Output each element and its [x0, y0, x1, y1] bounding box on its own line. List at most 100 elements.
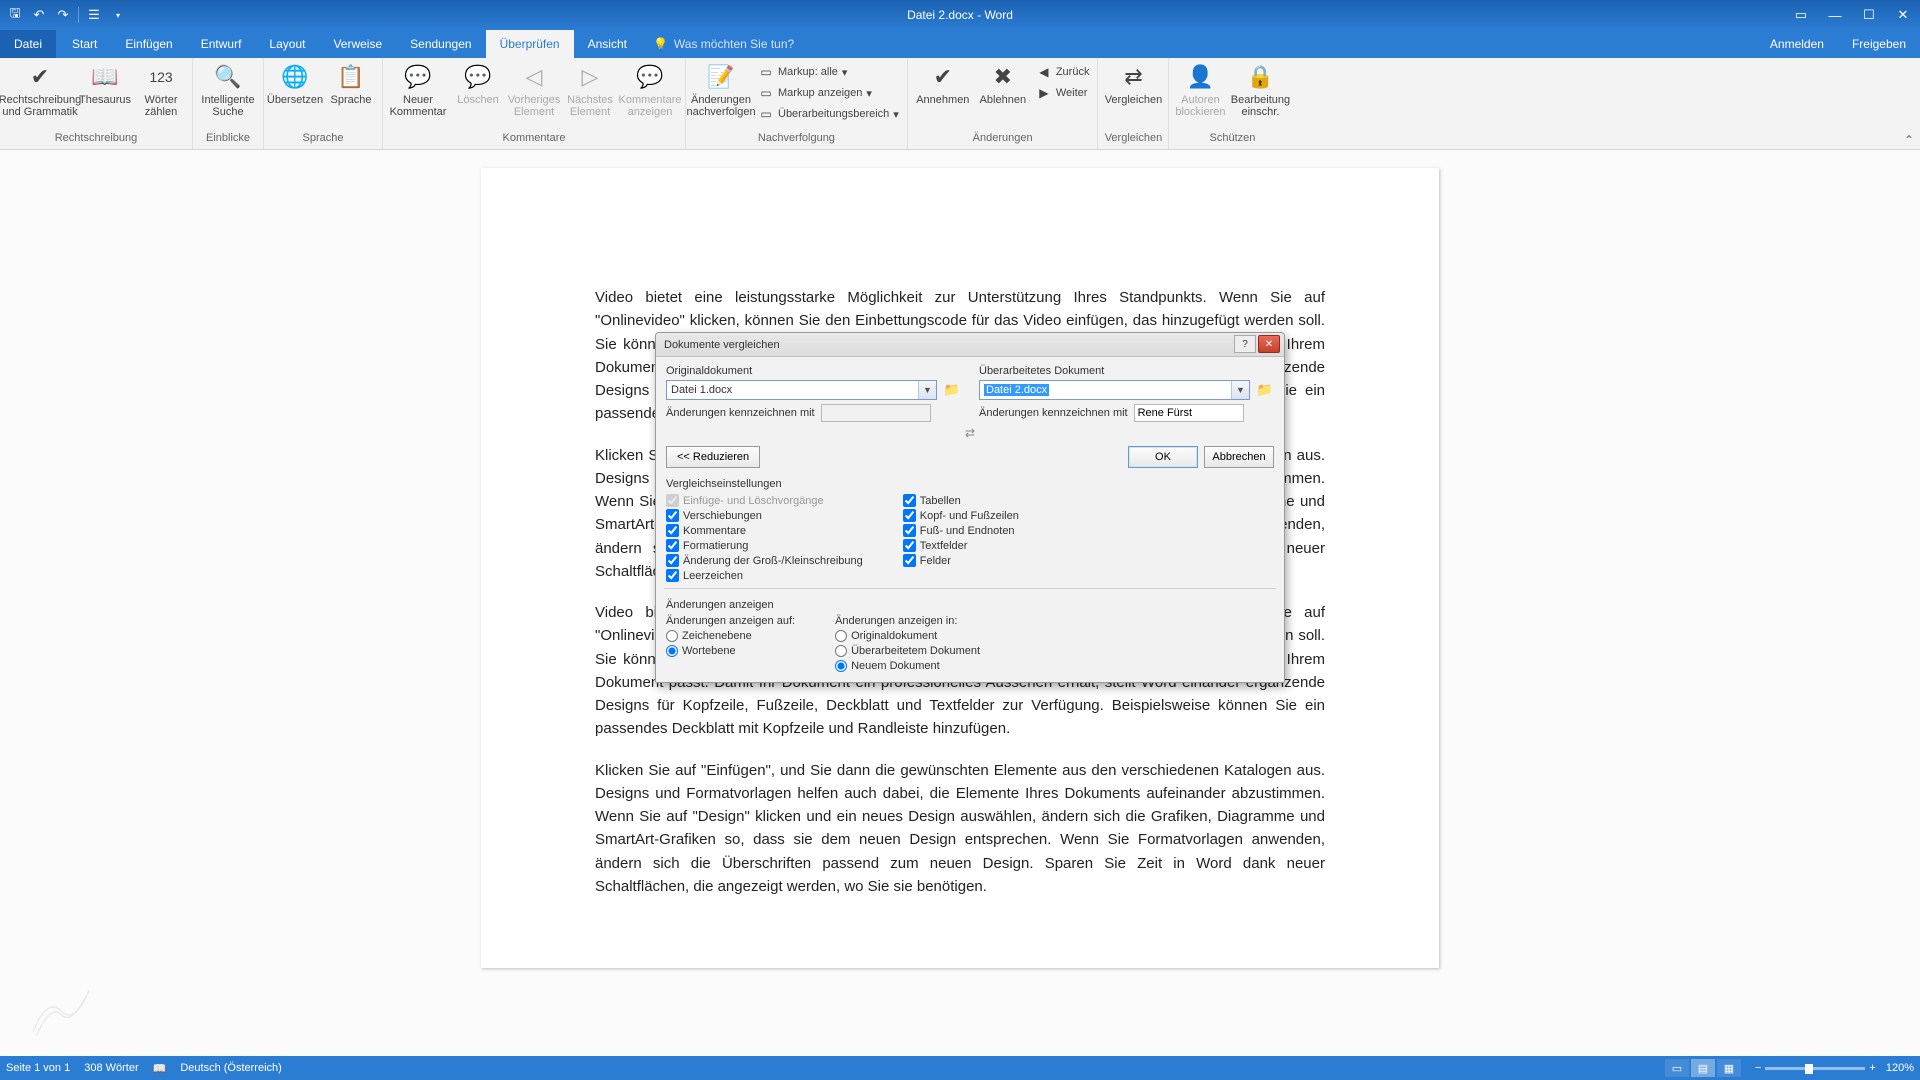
help-icon[interactable]: ?: [1234, 335, 1256, 353]
markup-display-dropdown[interactable]: ▭Markup: alle ▾: [754, 62, 903, 82]
signin-button[interactable]: Anmelden: [1756, 30, 1838, 58]
chk-fields[interactable]: [903, 554, 916, 567]
ribbon-options-icon[interactable]: ▭: [1784, 0, 1818, 30]
proofing-icon[interactable]: 📖: [153, 1062, 167, 1075]
browse-original-icon[interactable]: 📁: [943, 381, 961, 399]
dialog-titlebar[interactable]: Dokumente vergleichen ? ✕: [656, 333, 1284, 357]
tab-layout[interactable]: Layout: [255, 30, 319, 58]
show-changes-label: Änderungen anzeigen: [666, 599, 1274, 611]
original-changes-input: [821, 404, 931, 422]
group-insights: 🔍IntelligenteSuche Einblicke: [193, 58, 264, 149]
group-comments: 💬NeuerKommentar 💬Löschen ◁VorherigesElem…: [383, 58, 686, 149]
spelling-button[interactable]: ✔Rechtschreibungund Grammatik: [4, 60, 76, 118]
zoom-in-icon[interactable]: +: [1869, 1062, 1875, 1074]
tab-review[interactable]: Überprüfen: [486, 30, 574, 58]
revised-changes-input[interactable]: [1134, 404, 1244, 422]
group-proofing: ✔Rechtschreibungund Grammatik 📖Thesaurus…: [0, 58, 193, 149]
next-change-button[interactable]: ▶Weiter: [1032, 83, 1094, 103]
show-in-label: Änderungen anzeigen in:: [835, 615, 980, 627]
thesaurus-button[interactable]: 📖Thesaurus: [78, 60, 132, 106]
close-icon[interactable]: ✕: [1886, 0, 1920, 30]
read-mode-icon[interactable]: ▭: [1665, 1059, 1689, 1077]
collapse-ribbon-icon[interactable]: ⌃: [1904, 133, 1914, 147]
chk-formatting[interactable]: [666, 539, 679, 552]
original-changes-label: Änderungen kennzeichnen mit: [666, 407, 815, 419]
tab-start[interactable]: Start: [58, 30, 111, 58]
revised-document-dropdown[interactable]: Datei 2.docx▼: [979, 380, 1250, 400]
chk-case[interactable]: [666, 554, 679, 567]
view-buttons: ▭ ▤ ▦: [1665, 1059, 1741, 1077]
chk-textboxes[interactable]: [903, 539, 916, 552]
status-page[interactable]: Seite 1 von 1: [6, 1062, 70, 1074]
print-layout-icon[interactable]: ▤: [1691, 1059, 1715, 1077]
tab-references[interactable]: Verweise: [319, 30, 396, 58]
compare-settings-label: Vergleichseinstellungen: [666, 478, 1274, 490]
cancel-button[interactable]: Abbrechen: [1204, 446, 1274, 468]
delete-comment-button: 💬Löschen: [451, 60, 505, 106]
zoom-value[interactable]: 120%: [1886, 1062, 1914, 1074]
revised-changes-label: Änderungen kennzeichnen mit: [979, 407, 1128, 419]
track-changes-button[interactable]: 📝Änderungennachverfolgen: [690, 60, 752, 118]
tab-design[interactable]: Entwurf: [187, 30, 256, 58]
close-icon[interactable]: ✕: [1258, 335, 1280, 353]
reviewing-pane-dropdown[interactable]: ▭Überarbeitungsbereich ▾: [754, 104, 903, 124]
tell-me-search[interactable]: 💡 Was möchten Sie tun?: [653, 30, 794, 58]
lightbulb-icon: 💡: [653, 37, 668, 51]
translate-button[interactable]: 🌐Übersetzen: [268, 60, 322, 106]
chk-headers[interactable]: [903, 509, 916, 522]
language-button[interactable]: 📋Sprache: [324, 60, 378, 106]
redo-icon[interactable]: ↷: [52, 4, 74, 26]
chk-comments[interactable]: [666, 524, 679, 537]
wordcount-button[interactable]: 123Wörterzählen: [134, 60, 188, 118]
zoom-slider[interactable]: [1765, 1067, 1865, 1070]
browse-revised-icon[interactable]: 📁: [1256, 381, 1274, 399]
share-button[interactable]: Freigeben: [1838, 30, 1920, 58]
reduce-button[interactable]: << Reduzieren: [666, 446, 760, 468]
group-language: 🌐Übersetzen 📋Sprache Sprache: [264, 58, 383, 149]
paragraph: Klicken Sie auf "Einfügen", und Sie dann…: [595, 759, 1325, 899]
prev-change-button[interactable]: ◀Zurück: [1032, 62, 1094, 82]
original-document-dropdown[interactable]: Datei 1.docx▼: [666, 380, 937, 400]
chk-whitespace[interactable]: [666, 569, 679, 582]
smart-lookup-button[interactable]: 🔍IntelligenteSuche: [197, 60, 259, 118]
accept-button[interactable]: ✔Annehmen: [912, 60, 974, 106]
chk-footnotes[interactable]: [903, 524, 916, 537]
undo-icon[interactable]: ↶: [28, 4, 50, 26]
zoom-control[interactable]: − + 120%: [1755, 1062, 1914, 1074]
minimize-icon[interactable]: —: [1818, 0, 1852, 30]
status-language[interactable]: Deutsch (Österreich): [180, 1062, 281, 1074]
tab-view[interactable]: Ansicht: [574, 30, 641, 58]
chk-moves[interactable]: [666, 509, 679, 522]
save-icon[interactable]: 🖫: [4, 4, 26, 26]
show-markup-dropdown[interactable]: ▭Markup anzeigen ▾: [754, 83, 903, 103]
compare-button[interactable]: ⇄Vergleichen: [1102, 60, 1164, 106]
tab-file[interactable]: Datei: [0, 30, 56, 58]
original-label: Originaldokument: [666, 365, 961, 377]
new-comment-button[interactable]: 💬NeuerKommentar: [387, 60, 449, 118]
radio-char-level[interactable]: [666, 630, 678, 642]
ribbon-tabs: Datei Start Einfügen Entwurf Layout Verw…: [0, 30, 1920, 58]
radio-in-revised[interactable]: [835, 645, 847, 657]
reject-button[interactable]: ✖Ablehnen: [976, 60, 1030, 106]
maximize-icon[interactable]: ☐: [1852, 0, 1886, 30]
tab-insert[interactable]: Einfügen: [111, 30, 186, 58]
touch-mode-icon[interactable]: ☰: [83, 4, 105, 26]
radio-in-new[interactable]: [835, 660, 847, 672]
swap-icon[interactable]: ⇄: [666, 426, 1274, 440]
status-wordcount[interactable]: 308 Wörter: [84, 1062, 138, 1074]
web-layout-icon[interactable]: ▦: [1717, 1059, 1741, 1077]
chk-tables[interactable]: [903, 494, 916, 507]
qat-customize-icon[interactable]: ▾: [107, 4, 129, 26]
prev-comment-button: ◁VorherigesElement: [507, 60, 561, 118]
restrict-editing-button[interactable]: 🔒Bearbeitungeinschr.: [1229, 60, 1291, 118]
ok-button[interactable]: OK: [1128, 446, 1198, 468]
tab-mailings[interactable]: Sendungen: [396, 30, 485, 58]
zoom-out-icon[interactable]: −: [1755, 1062, 1761, 1074]
next-comment-button: ▷NächstesElement: [563, 60, 617, 118]
radio-word-level[interactable]: [666, 645, 678, 657]
radio-in-original[interactable]: [835, 630, 847, 642]
watermark-icon: [26, 976, 96, 1046]
title-bar: 🖫 ↶ ↷ ☰ ▾ Datei 2.docx - Word ▭ — ☐ ✕: [0, 0, 1920, 30]
group-changes: ✔Annehmen ✖Ablehnen ◀Zurück ▶Weiter Ände…: [908, 58, 1099, 149]
group-protect: 👤Autorenblockieren 🔒Bearbeitungeinschr. …: [1169, 58, 1295, 149]
